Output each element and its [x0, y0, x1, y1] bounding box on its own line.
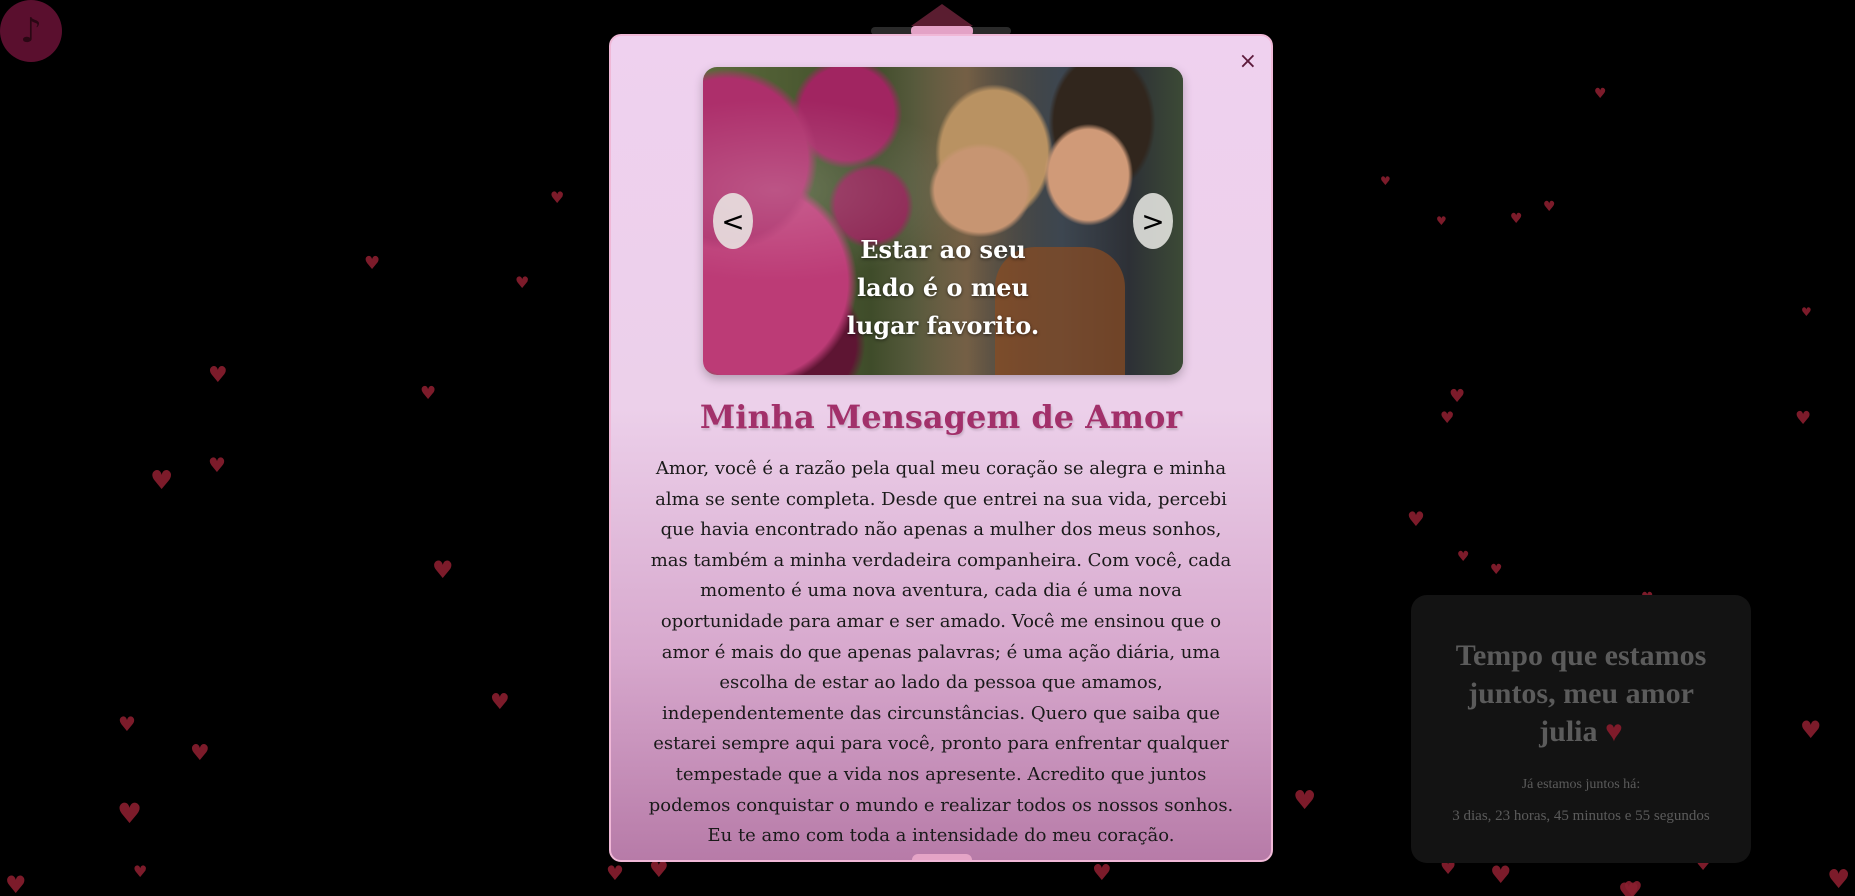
heart-icon: ♥: [208, 453, 226, 477]
heart-icon: ♥: [606, 861, 624, 885]
time-together-card: Tempo que estamos juntos, meu amor julia…: [1411, 595, 1751, 863]
heart-icon: ♥: [515, 273, 530, 292]
photo-carousel: Estar ao seu lado é o meu lugar favorito…: [703, 67, 1183, 375]
love-message-modal: × Estar ao seu lado é o meu lugar favori…: [609, 34, 1273, 862]
heart-icon: ♥: [1827, 865, 1851, 895]
heart-icon: ♥: [208, 363, 228, 388]
heart-icon: ♥: [649, 858, 669, 883]
heart-icon: ♥: [1543, 199, 1556, 215]
carousel-next-button[interactable]: >: [1133, 193, 1173, 249]
heart-icon: ♥: [490, 690, 510, 715]
heart-icon: ♥: [1801, 305, 1812, 319]
heart-icon: ♥: [550, 188, 565, 207]
heart-icon: ♥: [1490, 861, 1512, 889]
heart-icon: ♥: [1800, 716, 1822, 744]
heart-icon: ♥: [118, 712, 136, 736]
carousel-caption: Estar ao seu lado é o meu lugar favorito…: [846, 235, 1040, 340]
heart-icon: ♥: [1510, 211, 1523, 227]
heart-icon: ♥: [1407, 507, 1425, 531]
heart-icon: ♥: [364, 253, 381, 274]
bottom-tab: [912, 854, 972, 860]
heart-icon: ♥: [1623, 878, 1643, 896]
music-note-icon: ♪: [20, 11, 42, 51]
heart-icon: ♥: [432, 556, 454, 584]
heart-icon: ♥: [1449, 386, 1466, 407]
heart-icon: ♥: [1440, 408, 1455, 427]
carousel-prev-button[interactable]: <: [713, 193, 753, 249]
heart-icon: ♥: [420, 383, 437, 404]
music-toggle-button[interactable]: ♪: [0, 0, 62, 62]
heart-icon: ♥: [1457, 549, 1470, 565]
counter-title: Tempo que estamos juntos, meu amor julia…: [1455, 639, 1707, 748]
heart-icon: ♥: [1605, 715, 1623, 748]
heart-icon: ♥: [1795, 408, 1812, 429]
close-button[interactable]: ×: [1239, 49, 1257, 74]
heart-icon: ♥: [150, 466, 174, 496]
heart-icon: ♥: [1436, 214, 1447, 228]
heart-icon: ♥: [1490, 562, 1503, 578]
love-message-text: Amor, você é a razão pela qual meu coraç…: [648, 458, 1234, 847]
heart-icon: ♥: [1293, 786, 1317, 816]
heart-icon: ♥: [1380, 174, 1391, 188]
counter-elapsed-time: 3 dias, 23 horas, 45 minutos e 55 segund…: [1452, 808, 1710, 824]
heart-icon: ♥: [1594, 86, 1607, 102]
heart-icon: ♥: [1092, 861, 1112, 886]
counter-since-label: Já estamos juntos há:: [1521, 777, 1641, 792]
heart-icon: ♥: [117, 797, 143, 830]
heart-icon: ♥: [5, 871, 27, 896]
top-arrow-decoration: [911, 4, 973, 26]
heart-icon: ♥: [190, 741, 210, 766]
heart-icon: ♥: [133, 862, 148, 881]
modal-title: Minha Mensagem de Amor: [699, 398, 1183, 436]
